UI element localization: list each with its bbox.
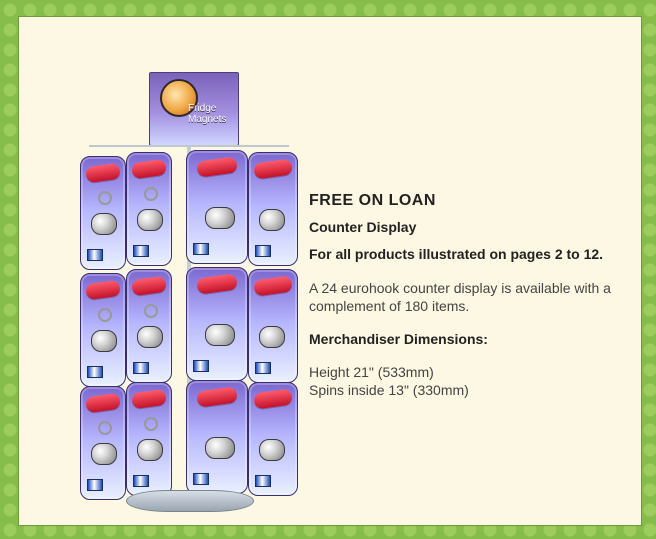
flag-badge-icon [193,473,209,485]
keyring-label-shape [85,162,121,184]
flag-badge-icon [255,245,271,257]
header-title-line-1: Fridge [188,103,217,114]
fridge-magnet-label-shape [196,156,238,178]
display-tier-2 [80,265,298,387]
header-title: Fridge Magnets [188,103,226,125]
keyring-ring-icon [144,417,158,431]
fridge-magnet-card [248,382,298,496]
flag-badge-icon [133,475,149,487]
dimensions-heading: Merchandiser Dimensions: [309,331,488,347]
products-line: For all products illustrated on pages 2 … [309,246,604,262]
display-base [126,490,254,512]
keyring-character-icon [137,326,163,348]
flag-badge-icon [133,245,149,257]
keyring-card [80,386,126,500]
flag-badge-icon [87,249,103,261]
magnet-character-icon [259,209,285,231]
magnet-character-icon [205,324,235,346]
keyring-label-shape [85,392,121,414]
keyring-label-shape [85,279,121,301]
keyring-ring-icon [98,308,112,322]
keyring-label-shape [131,388,167,410]
body-text: A 24 eurohook counter display is availab… [309,280,611,314]
keyring-card [126,382,172,496]
dimension-line: Spins inside 13" (330mm) [309,382,469,398]
magnet-character-icon [259,439,285,461]
keyring-character-icon [137,439,163,461]
keyring-character-icon [137,209,163,231]
keyring-ring-icon [144,304,158,318]
keyring-card [80,156,126,270]
magnet-character-icon [205,437,235,459]
flag-badge-icon [255,362,271,374]
subhead: Counter Display [309,219,417,235]
display-header-card: Fridge Magnets [149,72,239,146]
display-tier-3 [80,378,298,500]
keyring-character-icon [91,443,117,465]
display-tier-1 [80,150,298,270]
header-title-line-2: Magnets [188,114,227,125]
keyring-label-shape [131,275,167,297]
flag-badge-icon [87,366,103,378]
keyring-card [126,152,172,266]
keyring-ring-icon [98,421,112,435]
keyring-label-shape [131,158,167,180]
fridge-magnet-card [248,152,298,266]
keyring-character-icon [91,330,117,352]
fridge-magnet-label-shape [196,273,238,295]
headline: FREE ON LOAN [309,192,436,209]
keyring-card [80,273,126,387]
fridge-magnet-card [186,150,248,264]
fridge-magnet-card [186,267,248,381]
magnet-character-icon [259,326,285,348]
flag-badge-icon [255,475,271,487]
fridge-magnet-card [186,380,248,494]
counter-display-image: Fridge Magnets [74,72,304,512]
flag-badge-icon [193,243,209,255]
product-copy: FREE ON LOAN Counter Display For all pro… [309,192,629,399]
keyring-card [126,269,172,383]
fridge-magnet-label-shape [253,158,293,180]
keyring-ring-icon [98,191,112,205]
keyring-ring-icon [144,187,158,201]
flag-badge-icon [87,479,103,491]
fridge-magnet-card [248,269,298,383]
keyring-character-icon [91,213,117,235]
dimension-line: Height 21" (533mm) [309,364,434,380]
flag-badge-icon [193,360,209,372]
flag-badge-icon [133,362,149,374]
fridge-magnet-label-shape [196,386,238,408]
magnet-character-icon [205,207,235,229]
fridge-magnet-label-shape [253,275,293,297]
fridge-magnet-label-shape [253,388,293,410]
content-panel: Fridge Magnets FREE ON LOAN Counter Disp… [18,16,642,526]
